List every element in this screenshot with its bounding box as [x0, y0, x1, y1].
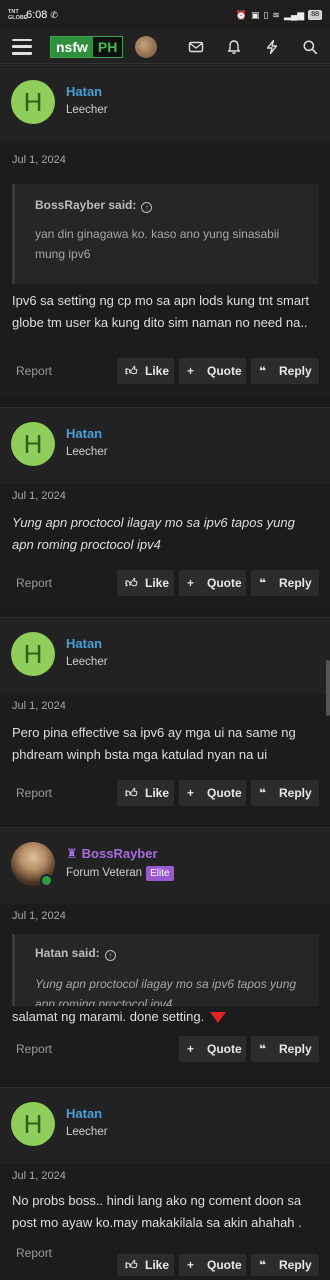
- bell-icon[interactable]: [226, 39, 242, 55]
- red-triangle-emoji: [210, 1012, 227, 1023]
- post-message: Yung apn proctocol ilagay mo sa ipv6 tap…: [12, 515, 295, 552]
- user-title: Forum Veteran Elite: [66, 866, 174, 881]
- signal-icon: ▂▄▆: [283, 9, 305, 20]
- account-avatar[interactable]: [135, 35, 158, 58]
- reply-button[interactable]: ❝ Reply: [251, 1036, 319, 1062]
- logo-primary: nsfw: [51, 36, 93, 57]
- post-date[interactable]: Jul 1, 2024: [12, 1170, 66, 1182]
- logo-secondary: PH: [92, 36, 123, 57]
- quote-button[interactable]: + Quote: [179, 780, 246, 806]
- quote-marks-icon: ❝: [259, 1258, 267, 1272]
- quote-button[interactable]: + Quote: [179, 570, 246, 596]
- vibrate-icon: ▯: [263, 9, 269, 20]
- username-link[interactable]: Hatan: [66, 636, 102, 651]
- quote-author-link[interactable]: BossRayber said: ↑: [35, 198, 153, 213]
- quote-block: BossRayber said: ↑ yan din ginagawa ko. k…: [12, 184, 319, 284]
- post-date[interactable]: Jul 1, 2024: [12, 910, 66, 922]
- avatar[interactable]: H: [11, 632, 55, 676]
- user-title: Leecher: [66, 656, 108, 668]
- thumbs-up-icon: 👍︎: [125, 363, 138, 378]
- menu-icon[interactable]: [12, 38, 32, 55]
- post: H Hatan Leecher Jul 1, 2024 Pero pina ef…: [0, 617, 330, 818]
- post-message: Pero pina effective sa ipv6 ay mga ui na…: [12, 725, 296, 762]
- quote-block: Hatan said: ↑ Yung apn proctocol ilagay m…: [12, 934, 319, 1006]
- username-link[interactable]: Hatan: [66, 426, 102, 441]
- clock: 6:08: [26, 9, 48, 21]
- avatar[interactable]: H: [11, 80, 55, 124]
- quote-button[interactable]: + Quote: [179, 358, 246, 384]
- post-message: salamat ng marami. done setting.: [12, 1006, 319, 1028]
- quote-marks-icon: ❝: [259, 576, 267, 590]
- report-link[interactable]: Report: [16, 576, 52, 590]
- report-link[interactable]: Report: [16, 786, 52, 800]
- report-link[interactable]: Report: [16, 1042, 52, 1056]
- envelope-icon[interactable]: [188, 39, 204, 55]
- reply-button[interactable]: ❝ Reply: [251, 780, 319, 806]
- user-title: Leecher: [66, 1126, 108, 1138]
- plus-icon: +: [187, 1042, 195, 1056]
- thumbs-up-icon: 👍︎: [125, 575, 138, 590]
- post: H Hatan Leecher Jul 1, 2024 No probs bos…: [0, 1087, 330, 1280]
- like-button[interactable]: 👍︎ Like: [117, 780, 174, 806]
- reply-button[interactable]: ❝ Reply: [251, 1254, 319, 1276]
- site-logo[interactable]: nsfw PH: [50, 35, 124, 58]
- like-button[interactable]: 👍︎ Like: [117, 1254, 174, 1276]
- reply-button[interactable]: ❝ Reply: [251, 358, 319, 384]
- jump-up-icon: ↑: [104, 950, 116, 961]
- quote-marks-icon: ❝: [259, 364, 267, 378]
- like-button[interactable]: 👍︎ Like: [117, 358, 174, 384]
- quote-marks-icon: ❝: [259, 1042, 267, 1056]
- status-bar: TNT GLOBE 6:08 ✆ ⏰ ▣ ▯ ≋ ▂▄▆ 88: [0, 0, 330, 30]
- alarm-icon: ⏰: [235, 9, 247, 20]
- plus-icon: +: [187, 364, 195, 378]
- username-link[interactable]: Hatan: [66, 84, 102, 99]
- jump-up-icon: ↑: [141, 202, 153, 213]
- post: H Hatan Leecher Jul 1, 2024 BossRayber s…: [0, 65, 330, 397]
- staff-crown-icon: ♜: [66, 846, 78, 861]
- bolt-icon[interactable]: [264, 39, 280, 55]
- plus-icon: +: [187, 1258, 195, 1272]
- plus-icon: +: [187, 786, 195, 800]
- post-message: Ipv6 sa setting ng cp mo sa apn lods kun…: [12, 293, 309, 330]
- post-message: No probs boss.. hindi lang ako ng coment…: [12, 1193, 302, 1230]
- post: ♜ BossRayber Forum Veteran Elite Jul 1, 20…: [0, 827, 330, 1078]
- quote-text: Yung apn proctocol ilagay mo sa ipv6 tap…: [35, 977, 297, 1006]
- scrollbar-thumb[interactable]: [326, 660, 330, 716]
- like-button[interactable]: 👍︎ Like: [117, 570, 174, 596]
- reply-button[interactable]: ❝ Reply: [251, 570, 319, 596]
- quote-button[interactable]: + Quote: [179, 1254, 246, 1276]
- battery-indicator: 88: [308, 10, 322, 20]
- elite-badge: Elite: [146, 866, 174, 881]
- avatar[interactable]: H: [11, 1102, 55, 1146]
- carrier-label: TNT GLOBE: [8, 9, 28, 21]
- report-link[interactable]: Report: [16, 1246, 52, 1260]
- username-link[interactable]: Hatan: [66, 1106, 102, 1121]
- phone-icon: ✆: [50, 9, 58, 20]
- avatar[interactable]: H: [11, 422, 55, 466]
- quote-button[interactable]: + Quote: [179, 1036, 246, 1062]
- post-date[interactable]: Jul 1, 2024: [12, 154, 66, 166]
- post-date[interactable]: Jul 1, 2024: [12, 490, 66, 502]
- username-link[interactable]: ♜ BossRayber: [66, 846, 158, 862]
- post-date[interactable]: Jul 1, 2024: [12, 700, 66, 712]
- plus-icon: +: [187, 576, 195, 590]
- user-title: Leecher: [66, 104, 108, 116]
- top-navbar: nsfw PH: [0, 30, 330, 64]
- quote-marks-icon: ❝: [259, 786, 267, 800]
- wifi-icon: ≋: [272, 9, 280, 20]
- quote-text: yan din ginagawa ko. kaso ano yung sinas…: [35, 227, 280, 261]
- user-title: Leecher: [66, 446, 108, 458]
- quote-author-link[interactable]: Hatan said: ↑: [35, 946, 116, 961]
- search-icon[interactable]: [302, 39, 318, 55]
- thumbs-up-icon: 👍︎: [125, 785, 138, 800]
- report-link[interactable]: Report: [16, 364, 52, 378]
- online-status-icon: [40, 874, 53, 887]
- nfc-icon: ▣: [250, 9, 260, 20]
- post: H Hatan Leecher Jul 1, 2024 Yung apn pro…: [0, 407, 330, 608]
- thumbs-up-icon: 👍︎: [125, 1257, 138, 1272]
